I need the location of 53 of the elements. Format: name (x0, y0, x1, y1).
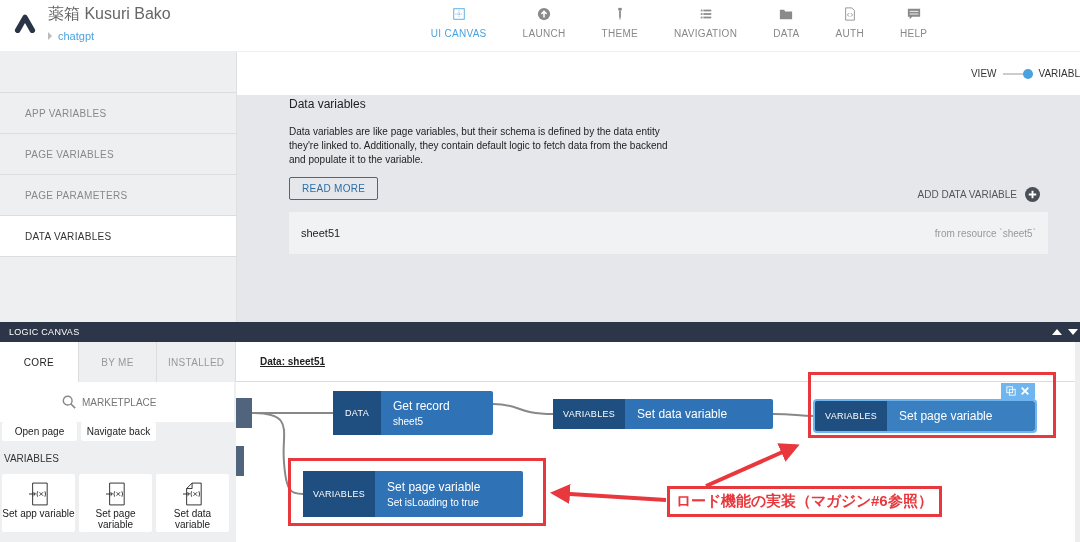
search-icon (62, 395, 76, 409)
description-text: Data variables are like page variables, but their schema is defined by the data entity they're linked to. Additionally, they contain default logic to fetch data from the backend and populate it to the variable. (289, 125, 669, 167)
variable-row[interactable]: sheet51 from resource `sheet5` (289, 212, 1048, 254)
flow-function-tile[interactable]: Set page variable (79, 474, 152, 532)
variable-source: from resource `sheet5` (934, 227, 1036, 239)
nav-tab[interactable]: DATA (773, 0, 800, 39)
add-data-variable-button[interactable]: ADD DATA VARIABLE (917, 187, 1048, 202)
search-field[interactable]: MARKETPLACE (80, 395, 172, 409)
flow-node[interactable]: DATA Get record sheet5 (333, 391, 493, 435)
plus-icon (1025, 187, 1040, 202)
chat-icon (906, 7, 921, 21)
sidebar-item[interactable]: APP VARIABLES (0, 93, 236, 134)
sidebar-item[interactable]: PAGE VARIABLES (0, 134, 236, 175)
variable-icon (28, 482, 49, 506)
flow-node[interactable]: VARIABLES Set page variable Set isLoading to true (303, 471, 523, 517)
view-label: VIEW (970, 68, 997, 79)
logo-icon (14, 13, 36, 33)
close-icon[interactable] (1020, 386, 1031, 396)
nav-tab[interactable]: LAUNCH (522, 0, 566, 39)
grid-icon (451, 7, 466, 21)
upload-icon (537, 7, 552, 21)
nav-tab[interactable]: THEME (601, 0, 638, 39)
nav-tab[interactable]: NAVIGATION (674, 0, 738, 39)
section-title: Data variables (289, 97, 367, 111)
node-stub (236, 398, 252, 428)
flow-function-tile[interactable]: Set app variable (2, 474, 75, 532)
document-icon (842, 7, 857, 21)
list-icon (698, 7, 713, 21)
sidebar-item[interactable]: DATA VARIABLES (0, 216, 236, 257)
connector-line (772, 413, 816, 417)
copy-icon[interactable] (1005, 386, 1016, 396)
app-title: 薬箱 Kusuri Bako (48, 4, 171, 24)
flow-function-tile[interactable]: Open page (2, 422, 77, 441)
flow-function-tile[interactable]: Navigate back (81, 422, 156, 441)
flow-function-tile[interactable]: Set data variable (156, 474, 229, 532)
collapse-arrows-icon[interactable] (1050, 327, 1080, 337)
flow-node[interactable]: VARIABLES Set data variable (553, 399, 773, 429)
category-heading: VARIABLES (3, 452, 60, 466)
data-link[interactable]: Data: sheet51 (236, 342, 1075, 367)
palette-tab[interactable]: CORE (0, 342, 79, 382)
variables-label: VARIABL (1038, 68, 1080, 79)
variable-name: sheet51 (301, 227, 341, 239)
connector-line (492, 403, 554, 415)
logic-canvas-title: LOGIC CANVAS (9, 327, 80, 337)
variable-icon (182, 482, 203, 506)
folder-icon (779, 7, 794, 21)
variable-icon (105, 482, 126, 506)
nav-tab[interactable]: HELP (900, 0, 928, 39)
node-stub (236, 446, 244, 476)
caret-icon (48, 32, 52, 40)
nav-tab[interactable]: AUTH (835, 0, 864, 39)
annotation-callout: ロード機能の実装（マガジン#6参照） (667, 486, 942, 517)
read-more-button[interactable]: READ MORE (289, 177, 379, 200)
